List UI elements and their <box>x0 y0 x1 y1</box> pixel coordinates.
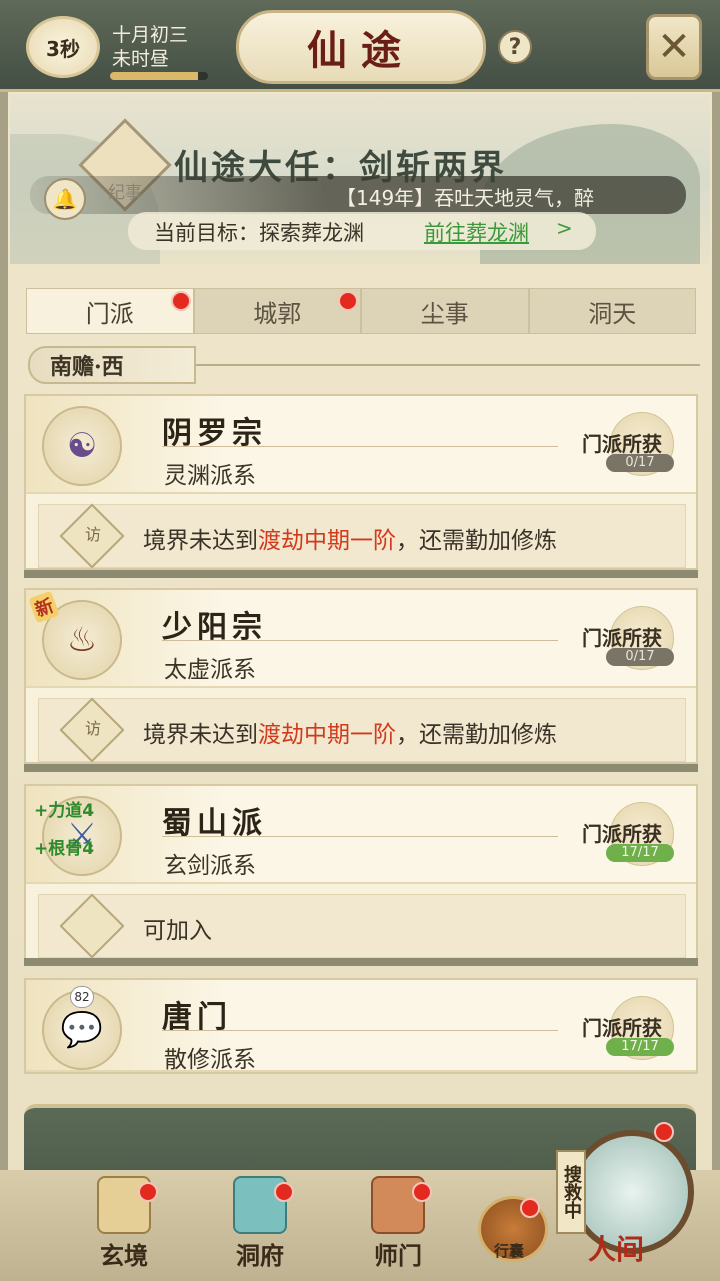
sect-branch: 散修派系 <box>164 1047 256 1073</box>
requirement-realm: 渡劫中期一阶 <box>258 528 396 554</box>
sect-card-header: 💬 82 唐门 散修派系 门派所获 17/17 <box>26 980 696 1073</box>
sect-card[interactable]: ☯ 阴罗宗 灵渊派系 门派所获 0/17 访 境界未达到渡劫中期一阶，还需勤加修… <box>24 394 698 570</box>
current-goal: 当前目标：探索葬龙渊 <box>154 221 364 245</box>
attribute-bonus: +根骨4 <box>34 839 95 859</box>
tab-label: 尘事 <box>420 299 469 328</box>
sect-card-header: ⚔ +力道4 +根骨4 蜀山派 玄剑派系 门派所获 17/17 <box>26 786 696 884</box>
tab-cities[interactable]: 城郭 <box>193 288 361 334</box>
requirement-suffix: ，还需勤加修炼 <box>396 528 557 554</box>
lunar-date: 十月初三 <box>112 24 189 46</box>
join-row[interactable]: 可加入 <box>38 893 686 959</box>
rescue-status-tag: 搜救中 <box>556 1150 586 1234</box>
tab-sects[interactable]: 门派 <box>26 288 194 334</box>
sect-branch: 灵渊派系 <box>164 463 256 489</box>
nav-cave-abode[interactable]: 洞府 <box>214 1176 306 1276</box>
tab-label: 门派 <box>85 299 134 328</box>
tab-realms[interactable]: 洞天 <box>528 288 696 334</box>
tab-label: 洞天 <box>588 299 637 328</box>
notification-dot <box>412 1182 432 1202</box>
goal-link[interactable]: 前往葬龙渊 <box>424 217 529 247</box>
sect-gains-count: 0/17 <box>606 648 674 666</box>
requirement-prefix: 境界未达到 <box>143 722 258 748</box>
divider <box>162 836 558 837</box>
close-button[interactable]: ✕ <box>646 14 702 80</box>
divider <box>162 640 558 641</box>
hammer-icon <box>59 893 125 959</box>
sect-requirement: 访 境界未达到渡劫中期一阶，还需勤加修炼 <box>38 697 686 763</box>
region-divider <box>196 364 700 366</box>
chat-count-badge: 82 <box>70 986 94 1008</box>
sect-gains-label[interactable]: 门派所获 <box>582 428 662 457</box>
divider <box>162 1030 558 1031</box>
nav-mystic-realm[interactable]: 玄境 <box>78 1176 170 1276</box>
sect-gains-count: 17/17 <box>606 1038 674 1056</box>
category-tabs: 门派 城郭 尘事 洞天 <box>26 288 696 334</box>
card-shadow <box>24 570 698 578</box>
sect-card[interactable]: ♨ 新 少阳宗 太虚派系 门派所获 0/17 访 境界未达到渡劫中期一阶，还需勤… <box>24 588 698 764</box>
notification-dot <box>520 1198 540 1218</box>
nav-label: 师门 <box>374 1241 422 1270</box>
attribute-bonus: +力道4 <box>34 801 95 821</box>
requirement-text: 境界未达到渡劫中期一阶，还需勤加修炼 <box>143 521 557 555</box>
page-title: 仙途 <box>236 10 486 84</box>
notification-dot <box>170 291 191 311</box>
sect-requirement: 访 境界未达到渡劫中期一阶，还需勤加修炼 <box>38 503 686 569</box>
nav-label: 玄境 <box>100 1241 148 1270</box>
notification-dot <box>338 291 358 311</box>
time-progress-bar <box>110 72 208 80</box>
visit-glyph: 访 <box>84 525 101 544</box>
time-progress-fill <box>110 72 199 80</box>
card-shadow <box>24 958 698 966</box>
requirement-text: 境界未达到渡劫中期一阶，还需勤加修炼 <box>143 715 557 749</box>
nav-label: 洞府 <box>236 1241 284 1270</box>
bell-icon[interactable]: 🔔 <box>44 178 86 220</box>
tab-label: 城郭 <box>253 299 302 328</box>
requirement-realm: 渡劫中期一阶 <box>258 722 396 748</box>
sect-gains-count: 0/17 <box>606 454 674 472</box>
sect-gains-label[interactable]: 门派所获 <box>582 1012 662 1041</box>
tab-affairs[interactable]: 尘事 <box>361 288 529 334</box>
sect-gains-label[interactable]: 门派所获 <box>582 818 662 847</box>
news-ticker: 【149年】吞吐天地灵气，醉 <box>336 186 595 210</box>
sect-card-header: ☯ 阴罗宗 灵渊派系 门派所获 0/17 <box>26 396 696 494</box>
bag-label: 行囊 <box>494 1242 525 1260</box>
visit-glyph: 访 <box>84 719 101 738</box>
region-header: 南赡·西 <box>28 346 196 384</box>
time-of-day: 未时昼 <box>112 48 170 70</box>
record-label: 纪事 <box>108 183 142 203</box>
sect-branch: 玄剑派系 <box>164 853 256 879</box>
notification-dot <box>654 1122 674 1142</box>
help-button[interactable]: ? <box>498 30 532 64</box>
divider <box>162 446 558 447</box>
sect-branch: 太虚派系 <box>164 657 256 683</box>
join-text: 可加入 <box>143 918 212 944</box>
requirement-suffix: ，还需勤加修炼 <box>396 722 557 748</box>
timer-badge: 3秒 <box>26 16 100 78</box>
sect-gains-count: 17/17 <box>606 844 674 862</box>
sect-gains-label[interactable]: 门派所获 <box>582 622 662 651</box>
world-label: 人间 <box>588 1233 645 1266</box>
sect-card[interactable]: ⚔ +力道4 +根骨4 蜀山派 玄剑派系 门派所获 17/17 可加入 <box>24 784 698 960</box>
requirement-prefix: 境界未达到 <box>143 528 258 554</box>
chevron-right-icon[interactable]: > <box>556 216 573 240</box>
notification-dot <box>138 1182 158 1202</box>
sect-card[interactable]: 💬 82 唐门 散修派系 门派所获 17/17 <box>24 978 698 1074</box>
card-shadow <box>24 764 698 772</box>
sect-card-header: ♨ 新 少阳宗 太虚派系 门派所获 0/17 <box>26 590 696 688</box>
notification-dot <box>274 1182 294 1202</box>
demon-mask-icon: ☯ <box>42 406 122 486</box>
nav-master-sect[interactable]: 师门 <box>352 1176 444 1276</box>
